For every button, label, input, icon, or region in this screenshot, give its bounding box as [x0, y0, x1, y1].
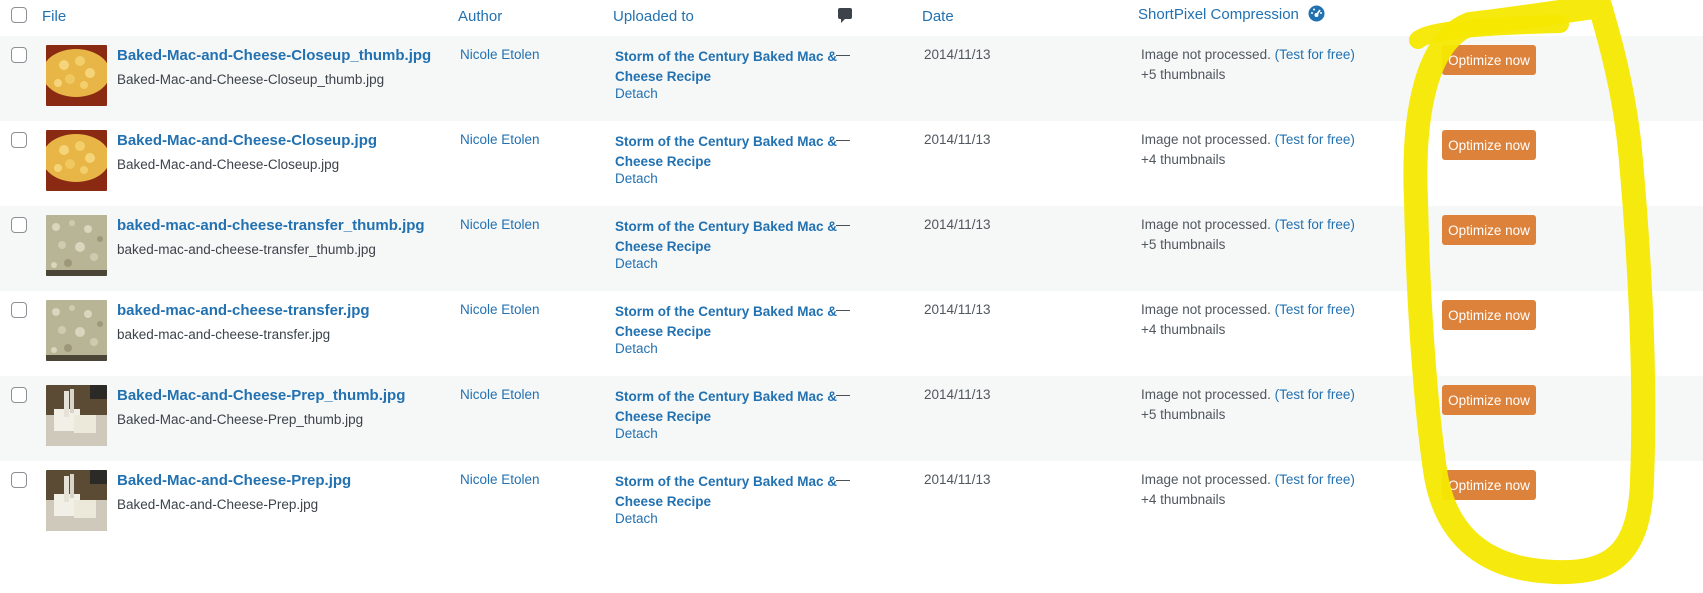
row-checkbox[interactable] — [11, 387, 27, 403]
column-uploaded-to[interactable]: Uploaded to — [613, 8, 694, 25]
gauge-icon[interactable] — [1308, 5, 1325, 27]
file-title-link[interactable]: baked-mac-and-cheese-transfer.jpg — [117, 302, 370, 319]
column-date[interactable]: Date — [922, 8, 954, 25]
uploaded-to-link[interactable]: Storm of the Century Baked Mac & Cheese R… — [615, 47, 840, 86]
row-checkbox[interactable] — [11, 217, 27, 233]
detach-link[interactable]: Detach — [615, 256, 658, 271]
author-link[interactable]: Nicole Etolen — [460, 47, 540, 62]
author-link[interactable]: Nicole Etolen — [460, 387, 540, 402]
file-title-link[interactable]: Baked-Mac-and-Cheese-Closeup.jpg — [117, 132, 377, 149]
uploaded-to-link[interactable]: Storm of the Century Baked Mac & Cheese R… — [615, 387, 840, 426]
row-checkbox[interactable] — [11, 47, 27, 63]
image-thumbnail[interactable] — [46, 45, 107, 106]
column-shortpixel-compression: ShortPixel Compression — [1138, 6, 1299, 23]
test-for-free-link[interactable]: (Test for free) — [1275, 217, 1355, 232]
thumbnail-count: +5 thumbnails — [1141, 67, 1226, 82]
file-title-link[interactable]: Baked-Mac-and-Cheese-Prep.jpg — [117, 472, 351, 489]
optimize-now-button[interactable]: Optimize now — [1442, 385, 1536, 415]
file-title-link[interactable]: baked-mac-and-cheese-transfer_thumb.jpg — [117, 217, 425, 234]
file-name: Baked-Mac-and-Cheese-Prep_thumb.jpg — [117, 412, 364, 427]
compression-status: Image not processed. (Test for free) — [1141, 302, 1355, 317]
row-checkbox[interactable] — [11, 472, 27, 488]
row-checkbox[interactable] — [11, 302, 27, 318]
uploaded-to-link[interactable]: Storm of the Century Baked Mac & Cheese R… — [615, 217, 840, 256]
comment-count: — — [836, 386, 850, 402]
image-thumbnail[interactable] — [46, 470, 107, 531]
detach-link[interactable]: Detach — [615, 171, 658, 186]
upload-date: 2014/11/13 — [924, 47, 991, 62]
test-for-free-link[interactable]: (Test for free) — [1275, 132, 1355, 147]
thumbnail-count: +4 thumbnails — [1141, 492, 1226, 507]
thumbnail-count: +4 thumbnails — [1141, 152, 1226, 167]
compression-status: Image not processed. (Test for free) — [1141, 47, 1355, 62]
table-row: baked-mac-and-cheese-transfer_thumb.jpg … — [0, 206, 1703, 291]
optimize-now-button[interactable]: Optimize now — [1442, 215, 1536, 245]
upload-date: 2014/11/13 — [924, 472, 991, 487]
detach-link[interactable]: Detach — [615, 426, 658, 441]
column-author: Author — [458, 8, 503, 25]
detach-link[interactable]: Detach — [615, 511, 658, 526]
file-title-link[interactable]: Baked-Mac-and-Cheese-Closeup_thumb.jpg — [117, 47, 431, 64]
optimize-now-button[interactable]: Optimize now — [1442, 470, 1536, 500]
table-header: File Author Uploaded to Date ShortPixel … — [0, 0, 1703, 37]
compression-status: Image not processed. (Test for free) — [1141, 217, 1355, 232]
table-row: baked-mac-and-cheese-transfer.jpg baked-… — [0, 291, 1703, 376]
file-name: baked-mac-and-cheese-transfer_thumb.jpg — [117, 242, 376, 257]
author-link[interactable]: Nicole Etolen — [460, 217, 540, 232]
uploaded-to-link[interactable]: Storm of the Century Baked Mac & Cheese R… — [615, 302, 840, 341]
thumbnail-count: +4 thumbnails — [1141, 322, 1226, 337]
thumbnail-count: +5 thumbnails — [1141, 237, 1226, 252]
uploaded-to-link[interactable]: Storm of the Century Baked Mac & Cheese R… — [615, 132, 840, 171]
author-link[interactable]: Nicole Etolen — [460, 472, 540, 487]
image-thumbnail[interactable] — [46, 130, 107, 191]
select-all-checkbox[interactable] — [11, 7, 27, 23]
detach-link[interactable]: Detach — [615, 341, 658, 356]
compression-status: Image not processed. (Test for free) — [1141, 132, 1355, 147]
file-name: Baked-Mac-and-Cheese-Closeup_thumb.jpg — [117, 72, 385, 87]
thumbnail-count: +5 thumbnails — [1141, 407, 1226, 422]
image-thumbnail[interactable] — [46, 385, 107, 446]
comment-count: — — [836, 131, 850, 147]
image-thumbnail[interactable] — [46, 300, 107, 361]
comment-count: — — [836, 46, 850, 62]
upload-date: 2014/11/13 — [924, 132, 991, 147]
optimize-now-button[interactable]: Optimize now — [1442, 130, 1536, 160]
file-title-link[interactable]: Baked-Mac-and-Cheese-Prep_thumb.jpg — [117, 387, 405, 404]
optimize-now-button[interactable]: Optimize now — [1442, 45, 1536, 75]
compression-status: Image not processed. (Test for free) — [1141, 472, 1355, 487]
comment-count: — — [836, 301, 850, 317]
comment-count: — — [836, 216, 850, 232]
column-file[interactable]: File — [42, 8, 66, 25]
upload-date: 2014/11/13 — [924, 217, 991, 232]
optimize-now-button[interactable]: Optimize now — [1442, 300, 1536, 330]
file-name: Baked-Mac-and-Cheese-Prep.jpg — [117, 497, 319, 512]
compression-status: Image not processed. (Test for free) — [1141, 387, 1355, 402]
table-row: Baked-Mac-and-Cheese-Closeup_thumb.jpg B… — [0, 36, 1703, 121]
test-for-free-link[interactable]: (Test for free) — [1275, 47, 1355, 62]
row-checkbox[interactable] — [11, 132, 27, 148]
uploaded-to-link[interactable]: Storm of the Century Baked Mac & Cheese R… — [615, 472, 840, 511]
file-name: Baked-Mac-and-Cheese-Closeup.jpg — [117, 157, 340, 172]
table-row: Baked-Mac-and-Cheese-Prep.jpg Baked-Mac-… — [0, 461, 1703, 546]
image-thumbnail[interactable] — [46, 215, 107, 276]
comment-bubble-icon — [838, 8, 852, 29]
upload-date: 2014/11/13 — [924, 302, 991, 317]
file-name: baked-mac-and-cheese-transfer.jpg — [117, 327, 331, 342]
author-link[interactable]: Nicole Etolen — [460, 132, 540, 147]
detach-link[interactable]: Detach — [615, 86, 658, 101]
table-row: Baked-Mac-and-Cheese-Prep_thumb.jpg Bake… — [0, 376, 1703, 461]
test-for-free-link[interactable]: (Test for free) — [1275, 302, 1355, 317]
author-link[interactable]: Nicole Etolen — [460, 302, 540, 317]
test-for-free-link[interactable]: (Test for free) — [1275, 387, 1355, 402]
test-for-free-link[interactable]: (Test for free) — [1275, 472, 1355, 487]
comment-count: — — [836, 471, 850, 487]
table-row: Baked-Mac-and-Cheese-Closeup.jpg Baked-M… — [0, 121, 1703, 206]
upload-date: 2014/11/13 — [924, 387, 991, 402]
